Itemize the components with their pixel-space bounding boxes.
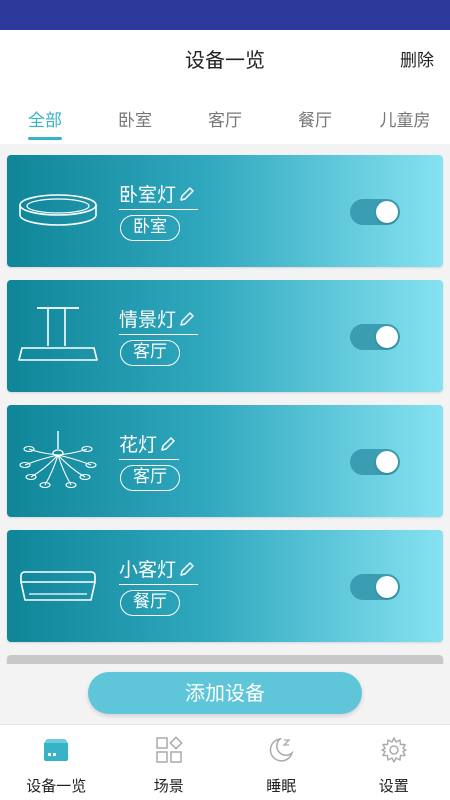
nav-label: 场景 [153, 777, 184, 795]
toggle-knob [376, 576, 398, 598]
room-badge: 客厅 [120, 465, 180, 491]
edit-pencil-icon[interactable] [178, 310, 196, 328]
device-name-label: 花灯 [119, 434, 158, 456]
nav-label: 设备一览 [26, 777, 87, 795]
device-name-label: 小客灯 [119, 559, 177, 581]
power-toggle[interactable] [350, 199, 400, 225]
bottom-nav: 设备一览 场景 睡眠 设置 [0, 724, 450, 800]
tab-all[interactable]: 全部 [0, 88, 90, 144]
edit-pencil-icon[interactable] [159, 435, 177, 453]
device-card[interactable]: 小客灯 餐厅 [7, 530, 443, 642]
device-name[interactable]: 情景灯 [119, 305, 199, 335]
room-badge: 餐厅 [120, 590, 180, 616]
nav-device-list[interactable]: 设备一览 [0, 725, 113, 800]
page-title: 设备一览 [185, 48, 265, 72]
room-tabs: 全部 卧室 客厅 餐厅 儿童房 [0, 88, 450, 144]
nav-label: 睡眠 [266, 777, 297, 795]
power-toggle[interactable] [350, 324, 400, 350]
pendant-lamp-icon [18, 307, 98, 361]
scene-grid-icon [156, 736, 183, 763]
tab-kids-room[interactable]: 儿童房 [360, 88, 450, 144]
device-card[interactable]: 花灯 客厅 [7, 405, 443, 517]
device-name-label: 卧室灯 [119, 184, 177, 206]
add-device-button[interactable]: 添加设备 [88, 672, 362, 714]
tab-dining-room[interactable]: 餐厅 [270, 88, 360, 144]
room-badge: 客厅 [120, 340, 180, 366]
nav-label: 设置 [378, 777, 409, 795]
nav-settings[interactable]: 设置 [338, 725, 450, 800]
device-list: 卧室灯 卧室 情景灯 客厅 花灯 客厅 小客灯 餐厅 [0, 144, 450, 664]
ceiling-lamp-square-icon [20, 571, 96, 601]
tab-living-room[interactable]: 客厅 [180, 88, 270, 144]
device-list-icon [44, 739, 69, 761]
moon-sleep-icon [269, 737, 294, 762]
delete-button[interactable]: 删除 [400, 46, 434, 71]
edit-pencil-icon[interactable] [178, 560, 196, 578]
nav-scene[interactable]: 场景 [113, 725, 226, 800]
device-name[interactable]: 卧室灯 [119, 180, 199, 210]
device-card-partial [7, 655, 443, 664]
toggle-knob [376, 201, 398, 223]
toggle-knob [376, 451, 398, 473]
power-toggle[interactable] [350, 574, 400, 600]
device-name-label: 情景灯 [119, 309, 177, 331]
header: 设备一览 删除 [0, 30, 450, 88]
tab-bedroom[interactable]: 卧室 [90, 88, 180, 144]
gear-icon [381, 737, 407, 763]
device-name[interactable]: 小客灯 [119, 555, 199, 585]
device-card[interactable]: 情景灯 客厅 [7, 280, 443, 392]
edit-pencil-icon[interactable] [178, 185, 196, 203]
status-bar [0, 0, 450, 30]
power-toggle[interactable] [350, 449, 400, 475]
toggle-knob [376, 326, 398, 348]
room-badge: 卧室 [120, 215, 180, 241]
chandelier-icon [19, 431, 97, 489]
device-name[interactable]: 花灯 [119, 430, 180, 460]
nav-sleep[interactable]: 睡眠 [225, 725, 338, 800]
device-card[interactable]: 卧室灯 卧室 [7, 155, 443, 267]
ceiling-lamp-round-icon [19, 194, 97, 226]
